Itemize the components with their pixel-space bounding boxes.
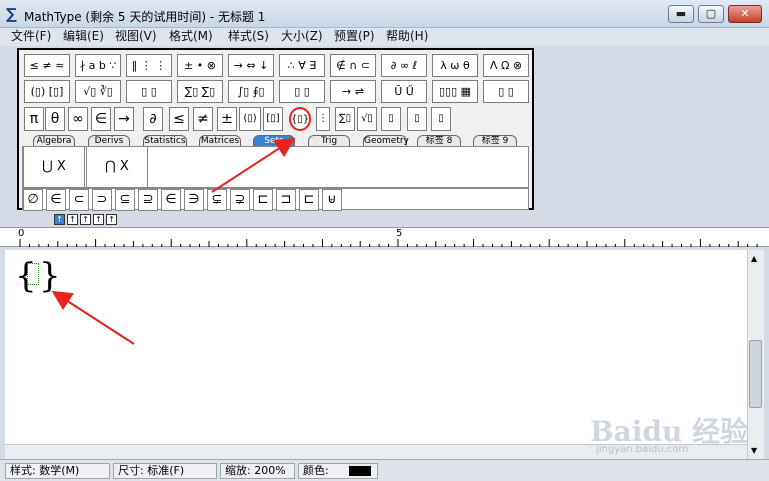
color-swatch[interactable] xyxy=(349,466,371,476)
annotation-overlay xyxy=(51,137,296,345)
status-zoom: 缩放: 200% xyxy=(220,463,295,479)
status-bar: 样式: 数学(M) 尺寸: 标准(F) 缩放: 200% 颜色: xyxy=(0,459,769,481)
annotation-arrow-to-button xyxy=(211,137,296,193)
status-style: 样式: 数学(M) xyxy=(5,463,110,479)
status-size: 尺寸: 标准(F) xyxy=(113,463,217,479)
annotation-arrow-to-editor xyxy=(51,290,135,345)
